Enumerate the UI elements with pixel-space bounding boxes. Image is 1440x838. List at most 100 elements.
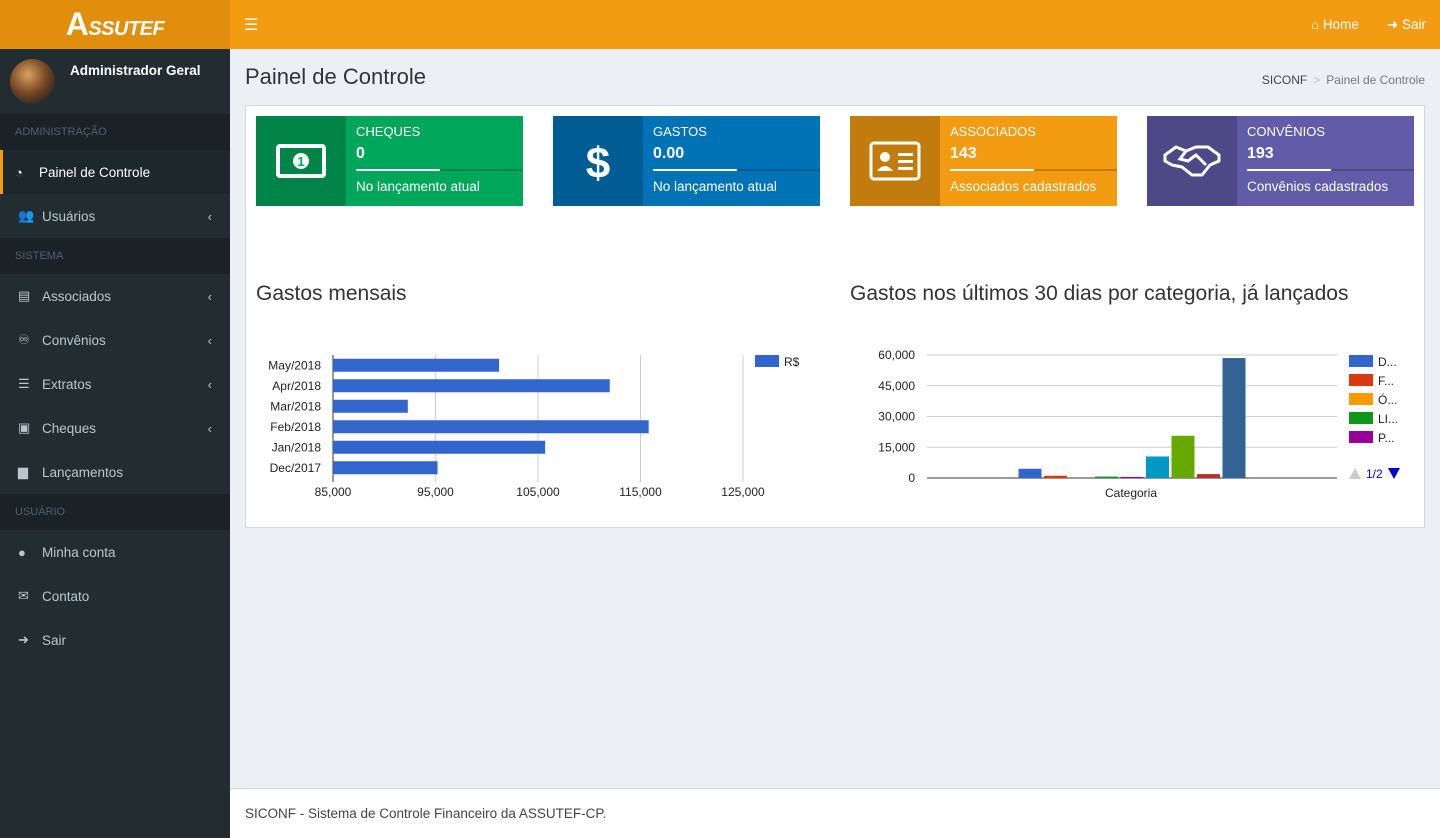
home-link[interactable]: ⌂ Home — [1297, 17, 1373, 32]
legend-swatch — [1349, 412, 1373, 424]
y-tick-label: May/2018 — [268, 358, 321, 372]
legend-label: D... — [1378, 355, 1397, 369]
y-tick-label: Apr/2018 — [272, 379, 321, 393]
logout-link[interactable]: ➜ Sair — [1373, 17, 1440, 33]
sidebar-item-associados[interactable]: ▤ Associados ‹ — [0, 274, 230, 318]
y-tick-label: 0 — [908, 471, 915, 485]
sidebar-item-label: Painel de Controle — [39, 164, 151, 180]
user-panel: Administrador Geral — [0, 49, 230, 114]
sidebar-item-label: Cheques — [42, 420, 97, 436]
info-box-convenios[interactable]: CONVÊNIOS 193 Convênios cadastrados — [1147, 116, 1414, 206]
y-tick-label: Feb/2018 — [270, 420, 321, 434]
file-icon: ▆ — [18, 464, 28, 479]
legend-label: LI... — [1378, 412, 1398, 426]
home-icon: ⌂ — [1310, 17, 1320, 32]
bar — [1095, 476, 1118, 478]
menu-toggle-icon[interactable]: ☰ — [244, 15, 258, 35]
legend-label: R$ — [784, 355, 800, 369]
legend-swatch — [1349, 355, 1373, 367]
top-navbar: ☰ ⌂ Home ➜ Sair — [230, 0, 1440, 49]
bar — [333, 379, 610, 393]
info-box-gastos[interactable]: $ GASTOS 0.00 No lançamento atual — [553, 116, 820, 206]
dollar-icon: $ — [553, 116, 643, 206]
bar — [333, 399, 408, 413]
sidebar-item-label: Contato — [42, 588, 90, 604]
y-tick-label: 60,000 — [878, 348, 915, 362]
progress-bar — [1247, 169, 1414, 171]
breadcrumb-current: Painel de Controle — [1326, 73, 1425, 87]
handshake-icon: ♾ — [18, 332, 30, 347]
dashboard-icon: ◔ — [15, 164, 23, 180]
sidebar-item-lancamentos[interactable]: ▆ Lançamentos — [0, 450, 230, 494]
svg-text:1: 1 — [297, 154, 304, 169]
legend-label: Ó... — [1378, 392, 1397, 407]
sidebar-item-label: Minha conta — [42, 544, 116, 560]
legend-next-icon — [1388, 468, 1400, 479]
legend-swatch — [1349, 374, 1373, 386]
avatar — [10, 59, 55, 104]
users-icon: 👥 — [18, 208, 35, 223]
bar — [333, 358, 500, 372]
svg-text:$: $ — [586, 139, 610, 186]
envelope-icon: ✉ — [18, 588, 29, 603]
money-bill-icon: 1 — [256, 116, 346, 206]
legend-swatch — [1349, 393, 1373, 405]
x-tick-label: 105,000 — [516, 485, 560, 499]
bar — [1044, 475, 1067, 478]
sidebar-item-usuarios[interactable]: 👥 Usuários ‹ — [0, 194, 230, 238]
logo-text: ASSUTEF — [65, 6, 165, 42]
legend-label: F... — [1378, 374, 1394, 388]
breadcrumb-root[interactable]: SICONF — [1262, 73, 1307, 87]
menu-header-admin: ADMINISTRAÇÃO — [0, 114, 230, 150]
bar — [333, 440, 546, 454]
progress-bar — [356, 169, 523, 171]
sidebar-item-label: Convênios — [42, 332, 106, 348]
monthly-bar-chart: 85,000 95,000 105,000 115,000 125,000 May/201… — [268, 355, 800, 499]
logo[interactable]: ASSUTEF — [0, 0, 230, 49]
info-box-associados[interactable]: ASSOCIADOS 143 Associados cadastrados — [850, 116, 1117, 206]
bar — [1146, 456, 1169, 478]
sidebar-item-label: Usuários — [42, 208, 96, 224]
sidebar-item-label: Sair — [42, 632, 67, 648]
id-card-icon — [850, 116, 940, 206]
y-tick-label: Mar/2018 — [270, 399, 321, 413]
legend-prev-icon — [1349, 468, 1361, 479]
money-icon: ▣ — [18, 420, 31, 435]
info-number: 193 — [1247, 145, 1274, 162]
legend-page-label: 1/2 — [1366, 467, 1383, 481]
legend-swatch — [755, 355, 779, 367]
sidebar-item-label: Extratos — [42, 376, 92, 392]
user-icon: ● — [18, 544, 26, 560]
chevron-left-icon: ‹ — [207, 420, 212, 436]
sidebar-item-contato[interactable]: ✉ Contato — [0, 574, 230, 618]
category-chart-title: Gastos nos últimos 30 dias por categoria… — [850, 282, 1349, 305]
sidebar-item-extratos[interactable]: ☰ Extratos ‹ — [0, 362, 230, 406]
sidebar-item-cheques[interactable]: ▣ Cheques ‹ — [0, 406, 230, 450]
chevron-left-icon: ‹ — [207, 376, 212, 392]
user-name: Administrador Geral — [70, 63, 201, 78]
y-tick-label: Dec/2017 — [270, 461, 322, 475]
info-number: 0 — [356, 145, 365, 162]
info-desc: Associados cadastrados — [950, 179, 1097, 194]
sidebar-item-sair[interactable]: ➜ Sair — [0, 618, 230, 662]
legend-pager: 1/2 — [1349, 467, 1400, 481]
menu-header-sistema: SISTEMA — [0, 238, 230, 274]
sidebar-item-convenios[interactable]: ♾ Convênios ‹ — [0, 318, 230, 362]
info-label: GASTOS — [653, 124, 707, 139]
chevron-left-icon: ‹ — [207, 288, 212, 304]
y-tick-label: 45,000 — [878, 379, 915, 393]
y-tick-label: Jan/2018 — [272, 440, 322, 454]
sidebar-item-label: Lançamentos — [42, 464, 124, 480]
info-box-cheques[interactable]: 1 CHEQUES 0 No lançamento atual — [256, 116, 523, 206]
info-desc: No lançamento atual — [356, 179, 480, 194]
sign-out-icon: ➜ — [18, 632, 29, 647]
page-title: Painel de Controle — [245, 64, 427, 89]
bar — [333, 420, 649, 434]
sidebar: ASSUTEF Administrador Geral ADMINISTRAÇÃ… — [0, 0, 230, 838]
info-label: CONVÊNIOS — [1247, 124, 1326, 139]
breadcrumb: SICONF > Painel de Controle — [1261, 73, 1425, 87]
sidebar-item-painel[interactable]: ◔ Painel de Controle — [0, 150, 230, 194]
progress-bar — [950, 169, 1117, 171]
footer: SICONF - Sistema de Controle Financeiro … — [230, 788, 1440, 838]
sidebar-item-minha-conta[interactable]: ● Minha conta — [0, 530, 230, 574]
